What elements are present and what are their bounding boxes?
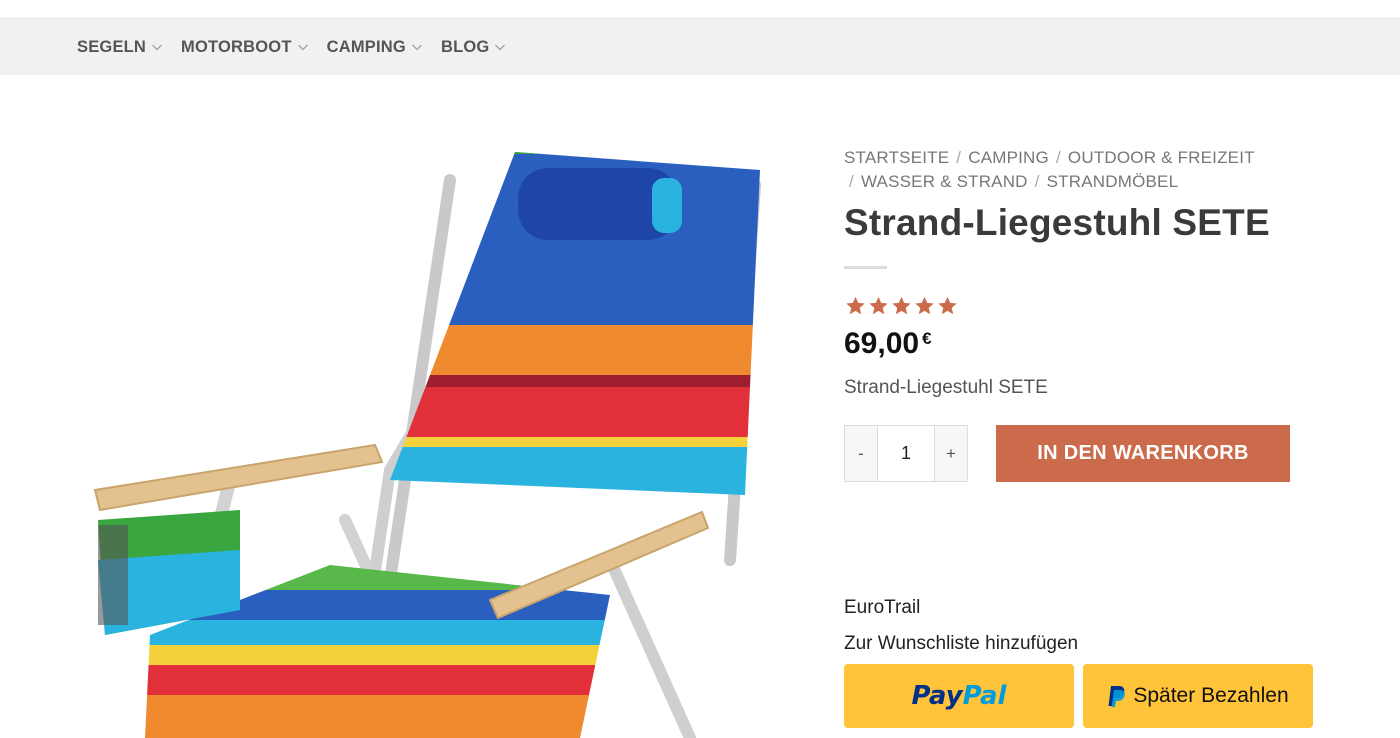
chevron-down-icon bbox=[297, 44, 308, 51]
star-icon bbox=[869, 296, 888, 315]
breadcrumb-separator: / bbox=[849, 172, 854, 191]
nav-item-label: BLOG bbox=[440, 37, 490, 56]
breadcrumb-item-strandmoebel[interactable]: STRANDMÖBEL bbox=[1047, 172, 1179, 191]
paypal-pay-later-button[interactable]: Später Bezahlen bbox=[1083, 664, 1313, 728]
top-bar bbox=[0, 0, 1400, 19]
nav-item-camping[interactable]: CAMPING bbox=[327, 38, 423, 57]
nav-item-label: SEGELN bbox=[77, 37, 147, 56]
breadcrumb-separator: / bbox=[1055, 148, 1061, 167]
breadcrumb-item-wasser-strand[interactable]: WASSER & STRAND bbox=[861, 172, 1028, 191]
price-value: 69,00 bbox=[844, 327, 920, 360]
paypal-button[interactable]: PayPal bbox=[844, 664, 1074, 728]
star-icon bbox=[915, 296, 934, 315]
add-to-wishlist-link[interactable]: Zur Wunschliste hinzufügen bbox=[844, 633, 1078, 655]
breadcrumb: STARTSEITE / CAMPING / OUTDOOR & FREIZEIT / WA… bbox=[844, 146, 1344, 194]
breadcrumb-item-outdoor-freizeit[interactable]: OUTDOOR & FREIZEIT bbox=[1068, 148, 1255, 167]
pay-later-label: Später Bezahlen bbox=[1133, 684, 1289, 707]
star-icon bbox=[938, 296, 957, 315]
breadcrumb-separator: / bbox=[1034, 172, 1040, 191]
quantity-stepper: - 1 + bbox=[844, 425, 968, 482]
paypal-p-icon bbox=[1108, 686, 1126, 707]
product-title: Strand-Liegestuhl SETE bbox=[844, 202, 1270, 243]
breadcrumb-item-startseite[interactable]: STARTSEITE bbox=[844, 148, 949, 167]
nav-item-segeln[interactable]: SEGELN bbox=[77, 38, 163, 57]
product-image[interactable] bbox=[90, 140, 790, 738]
star-icon bbox=[892, 296, 911, 315]
nav-item-motorboot[interactable]: MOTORBOOT bbox=[181, 38, 309, 57]
breadcrumb-item-camping[interactable]: CAMPING bbox=[968, 148, 1049, 167]
price-currency: € bbox=[922, 329, 932, 348]
chevron-down-icon bbox=[152, 44, 162, 51]
add-to-cart-button[interactable]: IN DEN WARENKORB bbox=[996, 425, 1290, 482]
nav-item-label: MOTORBOOT bbox=[181, 37, 292, 56]
nav-item-label: CAMPING bbox=[326, 37, 406, 56]
main-nav: SEGELN MOTORBOOT CAMPING BLOG bbox=[0, 19, 1400, 75]
paypal-logo-part1: Pay bbox=[911, 681, 963, 711]
quantity-minus-button[interactable]: - bbox=[845, 426, 877, 481]
product-price: 69,00 € bbox=[844, 327, 1344, 361]
paypal-logo: PayPal bbox=[912, 681, 1007, 711]
chevron-down-icon bbox=[412, 44, 422, 51]
chevron-down-icon bbox=[495, 44, 506, 51]
beach-chair-image bbox=[93, 152, 761, 738]
add-to-cart-row: - 1 + IN DEN WARENKORB bbox=[844, 425, 1344, 482]
product-brand[interactable]: EuroTrail bbox=[844, 597, 920, 619]
nav-item-blog[interactable]: BLOG bbox=[441, 38, 506, 57]
star-icon bbox=[846, 296, 865, 315]
paypal-buttons: PayPal Später Bezahlen bbox=[844, 664, 1313, 728]
short-description: Strand-Liegestuhl SETE bbox=[844, 377, 1048, 398]
title-divider bbox=[844, 266, 887, 269]
paypal-logo-part2: Pal bbox=[962, 681, 1007, 711]
breadcrumb-separator: / bbox=[956, 148, 962, 167]
quantity-input[interactable]: 1 bbox=[877, 426, 935, 481]
rating-stars[interactable] bbox=[844, 295, 1344, 317]
product-info: STARTSEITE / CAMPING / OUTDOOR & FREIZEIT / WA… bbox=[844, 146, 1344, 482]
quantity-plus-button[interactable]: + bbox=[935, 426, 967, 481]
